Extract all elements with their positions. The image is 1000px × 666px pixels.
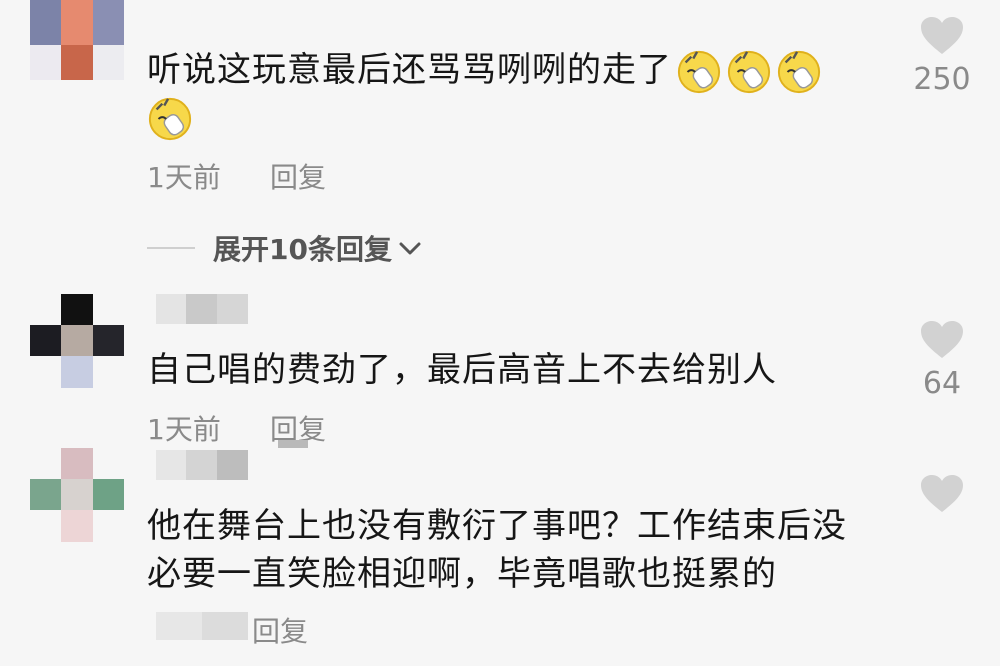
like-count: 64 — [922, 366, 962, 401]
comment-time-blurred — [156, 612, 248, 640]
comment-text: 自己唱的费劲了，最后高音上不去给别人 — [147, 350, 777, 390]
yawn-emoji-icon — [777, 50, 821, 93]
comment-time: 1天前 — [147, 161, 221, 194]
comment-text-line: 听说这玩意最后还骂骂咧咧的走了 — [147, 50, 672, 90]
comment-text-line-2: 必要一直笑脸相迎啊，毕竟唱歌也挺累的 — [147, 554, 777, 594]
comment-time: 1天前 — [147, 413, 221, 446]
expand-replies-button[interactable]: 展开10条回复 — [147, 228, 422, 268]
avatar[interactable] — [30, 294, 124, 388]
reply-button[interactable]: 回复 — [252, 610, 308, 650]
like-count: 250 — [913, 62, 971, 97]
expand-replies-label: 展开10条回复 — [213, 233, 392, 266]
avatar[interactable] — [30, 448, 124, 542]
username-blurred — [156, 294, 248, 324]
next-username-blurred — [278, 440, 308, 448]
comment-text-line-1: 他在舞台上也没有敷衍了事吧？工作结束后没 — [147, 506, 847, 546]
reply-button[interactable]: 回复 — [270, 156, 326, 196]
chevron-down-icon — [399, 242, 421, 255]
username-blurred — [156, 450, 248, 480]
yawn-emoji-icon — [148, 97, 192, 141]
comment-text: 听说这玩意最后还骂骂咧咧的走了 — [147, 46, 822, 95]
yawn-emoji-icon — [727, 50, 771, 93]
heart-icon[interactable] — [920, 474, 964, 514]
heart-icon[interactable] — [920, 320, 964, 360]
expand-divider — [147, 247, 195, 249]
heart-icon[interactable] — [920, 16, 964, 56]
avatar[interactable] — [30, 0, 124, 80]
yawn-emoji-icon — [677, 50, 721, 93]
